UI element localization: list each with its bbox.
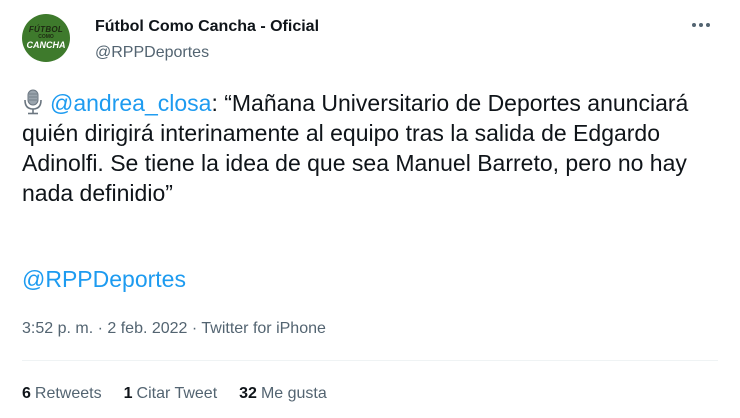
more-options-button[interactable] — [684, 8, 718, 42]
tweet-stats: 6 Retweets 1 Citar Tweet 32 Me gusta — [22, 385, 327, 403]
author-display-name[interactable]: Fútbol Como Cancha - Oficial — [95, 18, 319, 36]
retweets-count: 6 — [22, 385, 31, 402]
quote-tweets-stat[interactable]: 1 Citar Tweet — [124, 385, 218, 403]
meta-separator: · — [93, 320, 108, 337]
more-horizontal-icon — [692, 23, 710, 27]
avatar-text-line-3: CANCHA — [26, 40, 66, 50]
tweet-meta: 3:52 p. m. · 2 feb. 2022 · Twitter for i… — [22, 320, 326, 338]
divider — [22, 360, 718, 361]
retweets-label: Retweets — [34, 385, 102, 402]
mention-link[interactable]: @andrea_closa — [50, 90, 211, 116]
likes-count: 32 — [239, 385, 257, 402]
rppdeportes-mention-link[interactable]: @RPPDeportes — [22, 264, 186, 294]
tweet-date[interactable]: 2 feb. 2022 — [107, 320, 187, 337]
quote-tweets-count: 1 — [123, 385, 133, 402]
quote-tweets-label: Citar Tweet — [136, 385, 218, 402]
avatar-text-line-1: FÚTBOL — [28, 25, 64, 34]
microphone-icon — [24, 89, 42, 115]
retweets-stat[interactable]: 6 Retweets — [22, 385, 102, 403]
avatar[interactable]: FÚTBOL COMO CANCHA — [22, 14, 70, 62]
meta-separator: · — [187, 320, 202, 337]
likes-stat[interactable]: 32 Me gusta — [239, 385, 327, 403]
tweet-source[interactable]: Twitter for iPhone — [201, 320, 326, 337]
tweet-text: @andrea_closa: “Mañana Universitario de … — [22, 88, 722, 208]
author-handle[interactable]: @RPPDeportes — [95, 44, 209, 62]
tweet-time[interactable]: 3:52 p. m. — [22, 320, 93, 337]
tweet-card: FÚTBOL COMO CANCHA Fútbol Como Cancha - … — [0, 0, 740, 418]
likes-label: Me gusta — [260, 385, 327, 402]
